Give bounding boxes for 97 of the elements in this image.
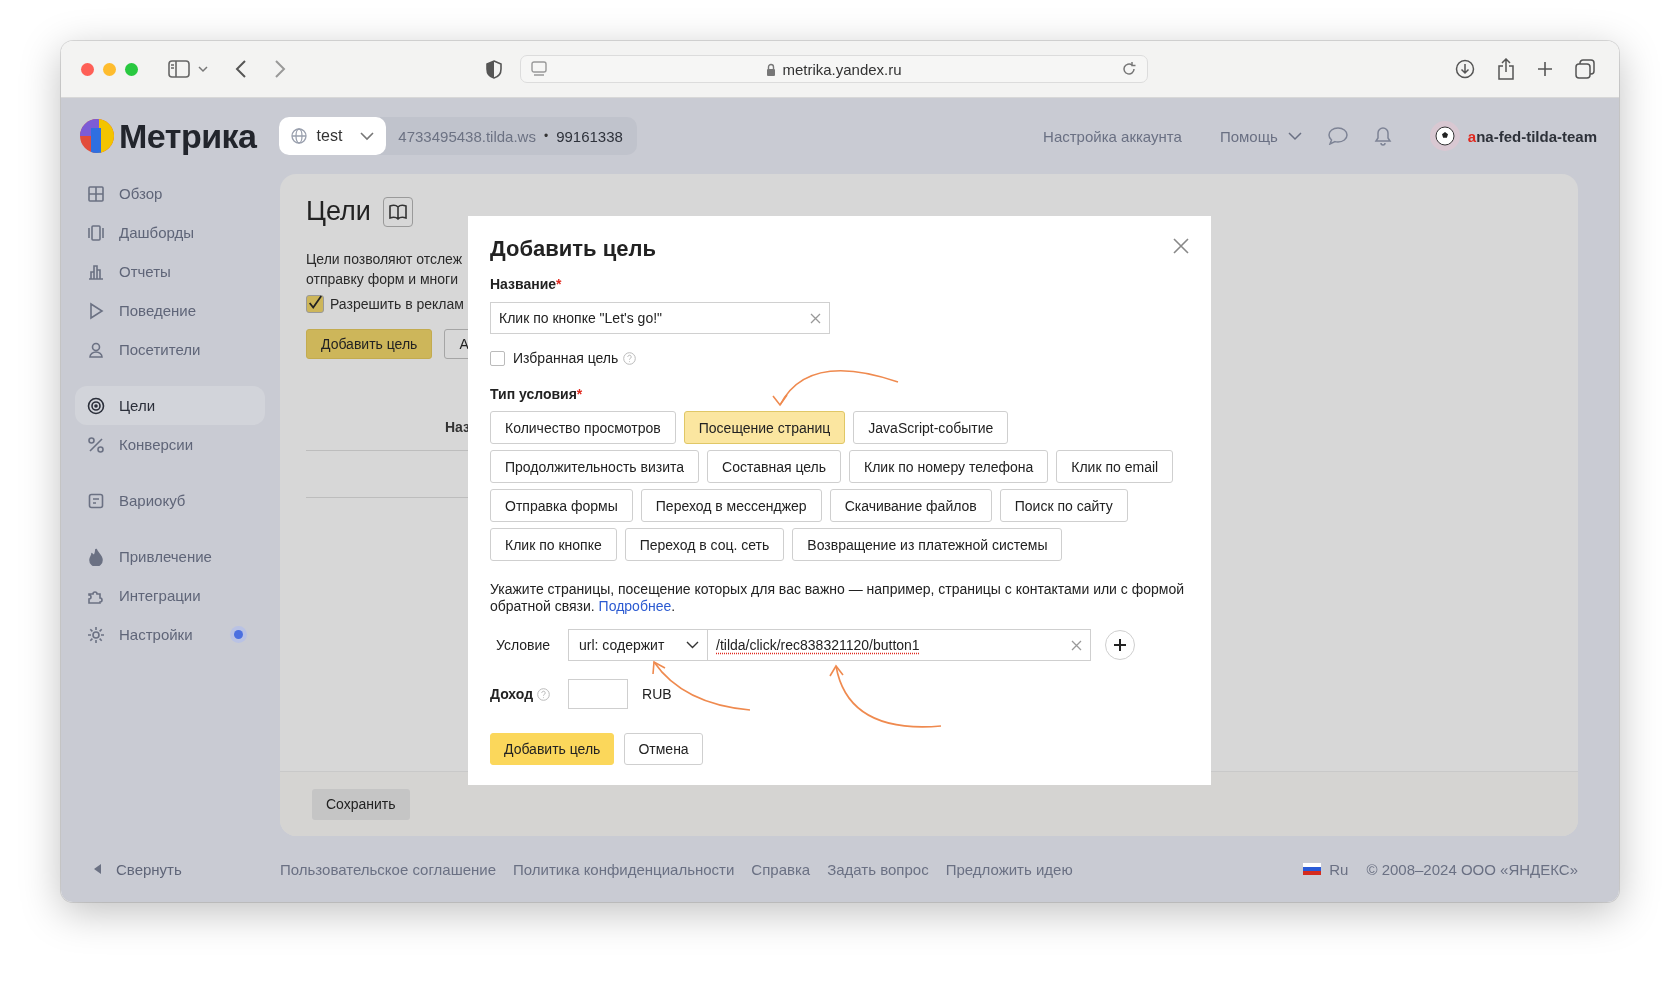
chat-icon[interactable] — [1327, 127, 1348, 145]
grid-icon — [87, 184, 105, 203]
download-icon[interactable] — [1455, 59, 1475, 79]
condition-type-button[interactable]: Возвращение из платежной системы — [792, 528, 1063, 561]
condition-type-button[interactable]: Переход в соц. сеть — [624, 528, 785, 561]
gear-icon — [87, 625, 105, 644]
column-header: Наз — [445, 419, 471, 435]
condition-type-button[interactable]: Переход в мессенджер — [640, 489, 822, 522]
url-text: metrika.yandex.ru — [782, 60, 902, 78]
globe-icon — [290, 128, 307, 144]
reload-icon[interactable] — [1121, 61, 1137, 77]
checkbox-label: Избранная цель — [513, 350, 619, 366]
share-icon[interactable] — [1497, 58, 1515, 80]
more-link[interactable]: Подробнее — [598, 598, 672, 614]
fire-icon — [87, 547, 105, 566]
sidebar-item[interactable]: Конверсии — [75, 425, 265, 464]
clear-icon[interactable] — [1071, 639, 1082, 651]
cancel-button[interactable]: Отмена — [624, 733, 703, 765]
description-text: Цели позволяют отслеж — [306, 250, 463, 269]
sidebar-item[interactable]: Настройки — [75, 615, 265, 654]
back-icon[interactable] — [235, 60, 247, 78]
forward-icon[interactable] — [274, 60, 286, 78]
shield-icon[interactable] — [486, 59, 502, 79]
condition-type-button[interactable]: Количество просмотров — [490, 411, 676, 444]
sidebar-item[interactable]: Цели — [75, 386, 265, 425]
checkbox[interactable] — [490, 350, 505, 366]
condition-type-button[interactable]: JavaScript-событие — [853, 411, 1009, 444]
chevron-down-icon — [686, 641, 699, 649]
condition-type-button[interactable]: Клик по кнопке — [490, 528, 617, 561]
counter-select[interactable]: test — [278, 117, 387, 155]
condition-type-button[interactable]: Составная цель — [707, 450, 842, 483]
lock-icon — [766, 62, 777, 76]
separator-dot: • — [543, 129, 549, 143]
close-window-button[interactable] — [81, 62, 94, 76]
user-name[interactable]: ana-fed-tilda-team — [1467, 127, 1597, 145]
description-text: отправку форм и многи — [306, 270, 459, 289]
save-button[interactable]: Сохранить — [312, 788, 410, 820]
condition-type-button[interactable]: Клик по номеру телефона — [849, 450, 1049, 483]
chevron-down-icon — [360, 131, 375, 141]
checkbox-label: Разрешить в реклам — [330, 296, 464, 312]
hint-text: Укажите страницы, посещение которых для вас важно — например, страницы с контактами или с формой обратной связи. Подробнее. — [490, 581, 1186, 615]
dialog-title: Добавить цель — [490, 236, 656, 262]
condition-label: Условие — [495, 637, 552, 653]
help-book-button[interactable] — [382, 196, 413, 227]
tabs-overview-icon[interactable] — [1575, 59, 1595, 79]
currency-label: RUB — [642, 686, 672, 702]
sidebar-item[interactable]: Дашборды — [75, 213, 265, 252]
checkbox[interactable] — [306, 295, 324, 313]
add-goal-button[interactable]: Добавить цель — [490, 733, 615, 765]
close-icon[interactable] — [1173, 238, 1189, 254]
income-input-field[interactable] — [568, 679, 629, 709]
add-condition-button[interactable] — [1105, 630, 1135, 660]
chevron-down-icon — [1287, 131, 1302, 141]
condition-type-button[interactable]: Клик по email — [1056, 450, 1174, 483]
play-icon — [87, 301, 105, 320]
condition-type-button[interactable]: Поиск по сайту — [999, 489, 1128, 522]
condition-type-button[interactable]: Скачивание файлов — [829, 489, 992, 522]
condition-type-button[interactable]: Продолжительность визита — [490, 450, 700, 483]
counter-id: 99161338 — [556, 127, 623, 145]
flag-icon — [1303, 863, 1322, 875]
clear-icon[interactable] — [810, 312, 821, 324]
bars-icon — [87, 262, 105, 281]
sidebar-item[interactable]: Интеграции — [75, 576, 265, 615]
sidebar-item[interactable]: Посетители — [75, 330, 265, 369]
page-icon — [531, 61, 547, 77]
add-goal-button[interactable]: Добавить цель — [306, 329, 433, 359]
sidebar-item[interactable]: Поведение — [75, 291, 265, 330]
field-label: Тип условия* — [490, 386, 584, 402]
address-bar[interactable]: metrika.yandex.ru — [520, 55, 1148, 83]
sidebar-item[interactable]: Вариокуб — [75, 481, 265, 520]
percent-icon — [87, 435, 105, 454]
sidebar-item[interactable]: Отчеты — [75, 252, 265, 291]
url-input-field[interactable]: /tilda/click/rec838321120/button1 — [708, 629, 1091, 661]
new-tab-icon[interactable] — [1537, 61, 1553, 77]
condition-type-button[interactable]: Отправка формы — [490, 489, 633, 522]
sidebar-icon[interactable] — [168, 60, 190, 78]
collapse-button[interactable]: Свернуть — [94, 860, 280, 878]
person-icon — [87, 340, 105, 359]
target-icon — [87, 396, 105, 415]
page-title: Цели — [306, 196, 371, 227]
condition-type-button[interactable]: Посещение страниц — [683, 411, 846, 444]
copyright-text: © 2008–2024 ООО «ЯНДЕКС» — [1366, 860, 1578, 878]
name-input-field[interactable]: Клик по кнопке "Let's go!" — [490, 302, 830, 334]
chevron-down-icon[interactable] — [198, 65, 208, 73]
field-label: Название* — [490, 276, 563, 292]
book-icon — [387, 203, 408, 220]
triangle-left-icon — [94, 864, 102, 874]
logo-text: Метрика — [119, 116, 257, 156]
field-label: Доход — [490, 686, 534, 702]
plus-icon — [1113, 638, 1127, 652]
operator-select[interactable]: url: содержит — [568, 629, 708, 661]
avatar-icon[interactable] — [1429, 121, 1460, 151]
sidebar-item[interactable]: Обзор — [75, 174, 265, 213]
bell-icon[interactable] — [1373, 126, 1392, 146]
logo-icon — [79, 118, 115, 154]
counter-domain: 4733495438.tilda.ws — [398, 127, 536, 145]
sidebar-item[interactable]: Привлечение — [75, 537, 265, 576]
